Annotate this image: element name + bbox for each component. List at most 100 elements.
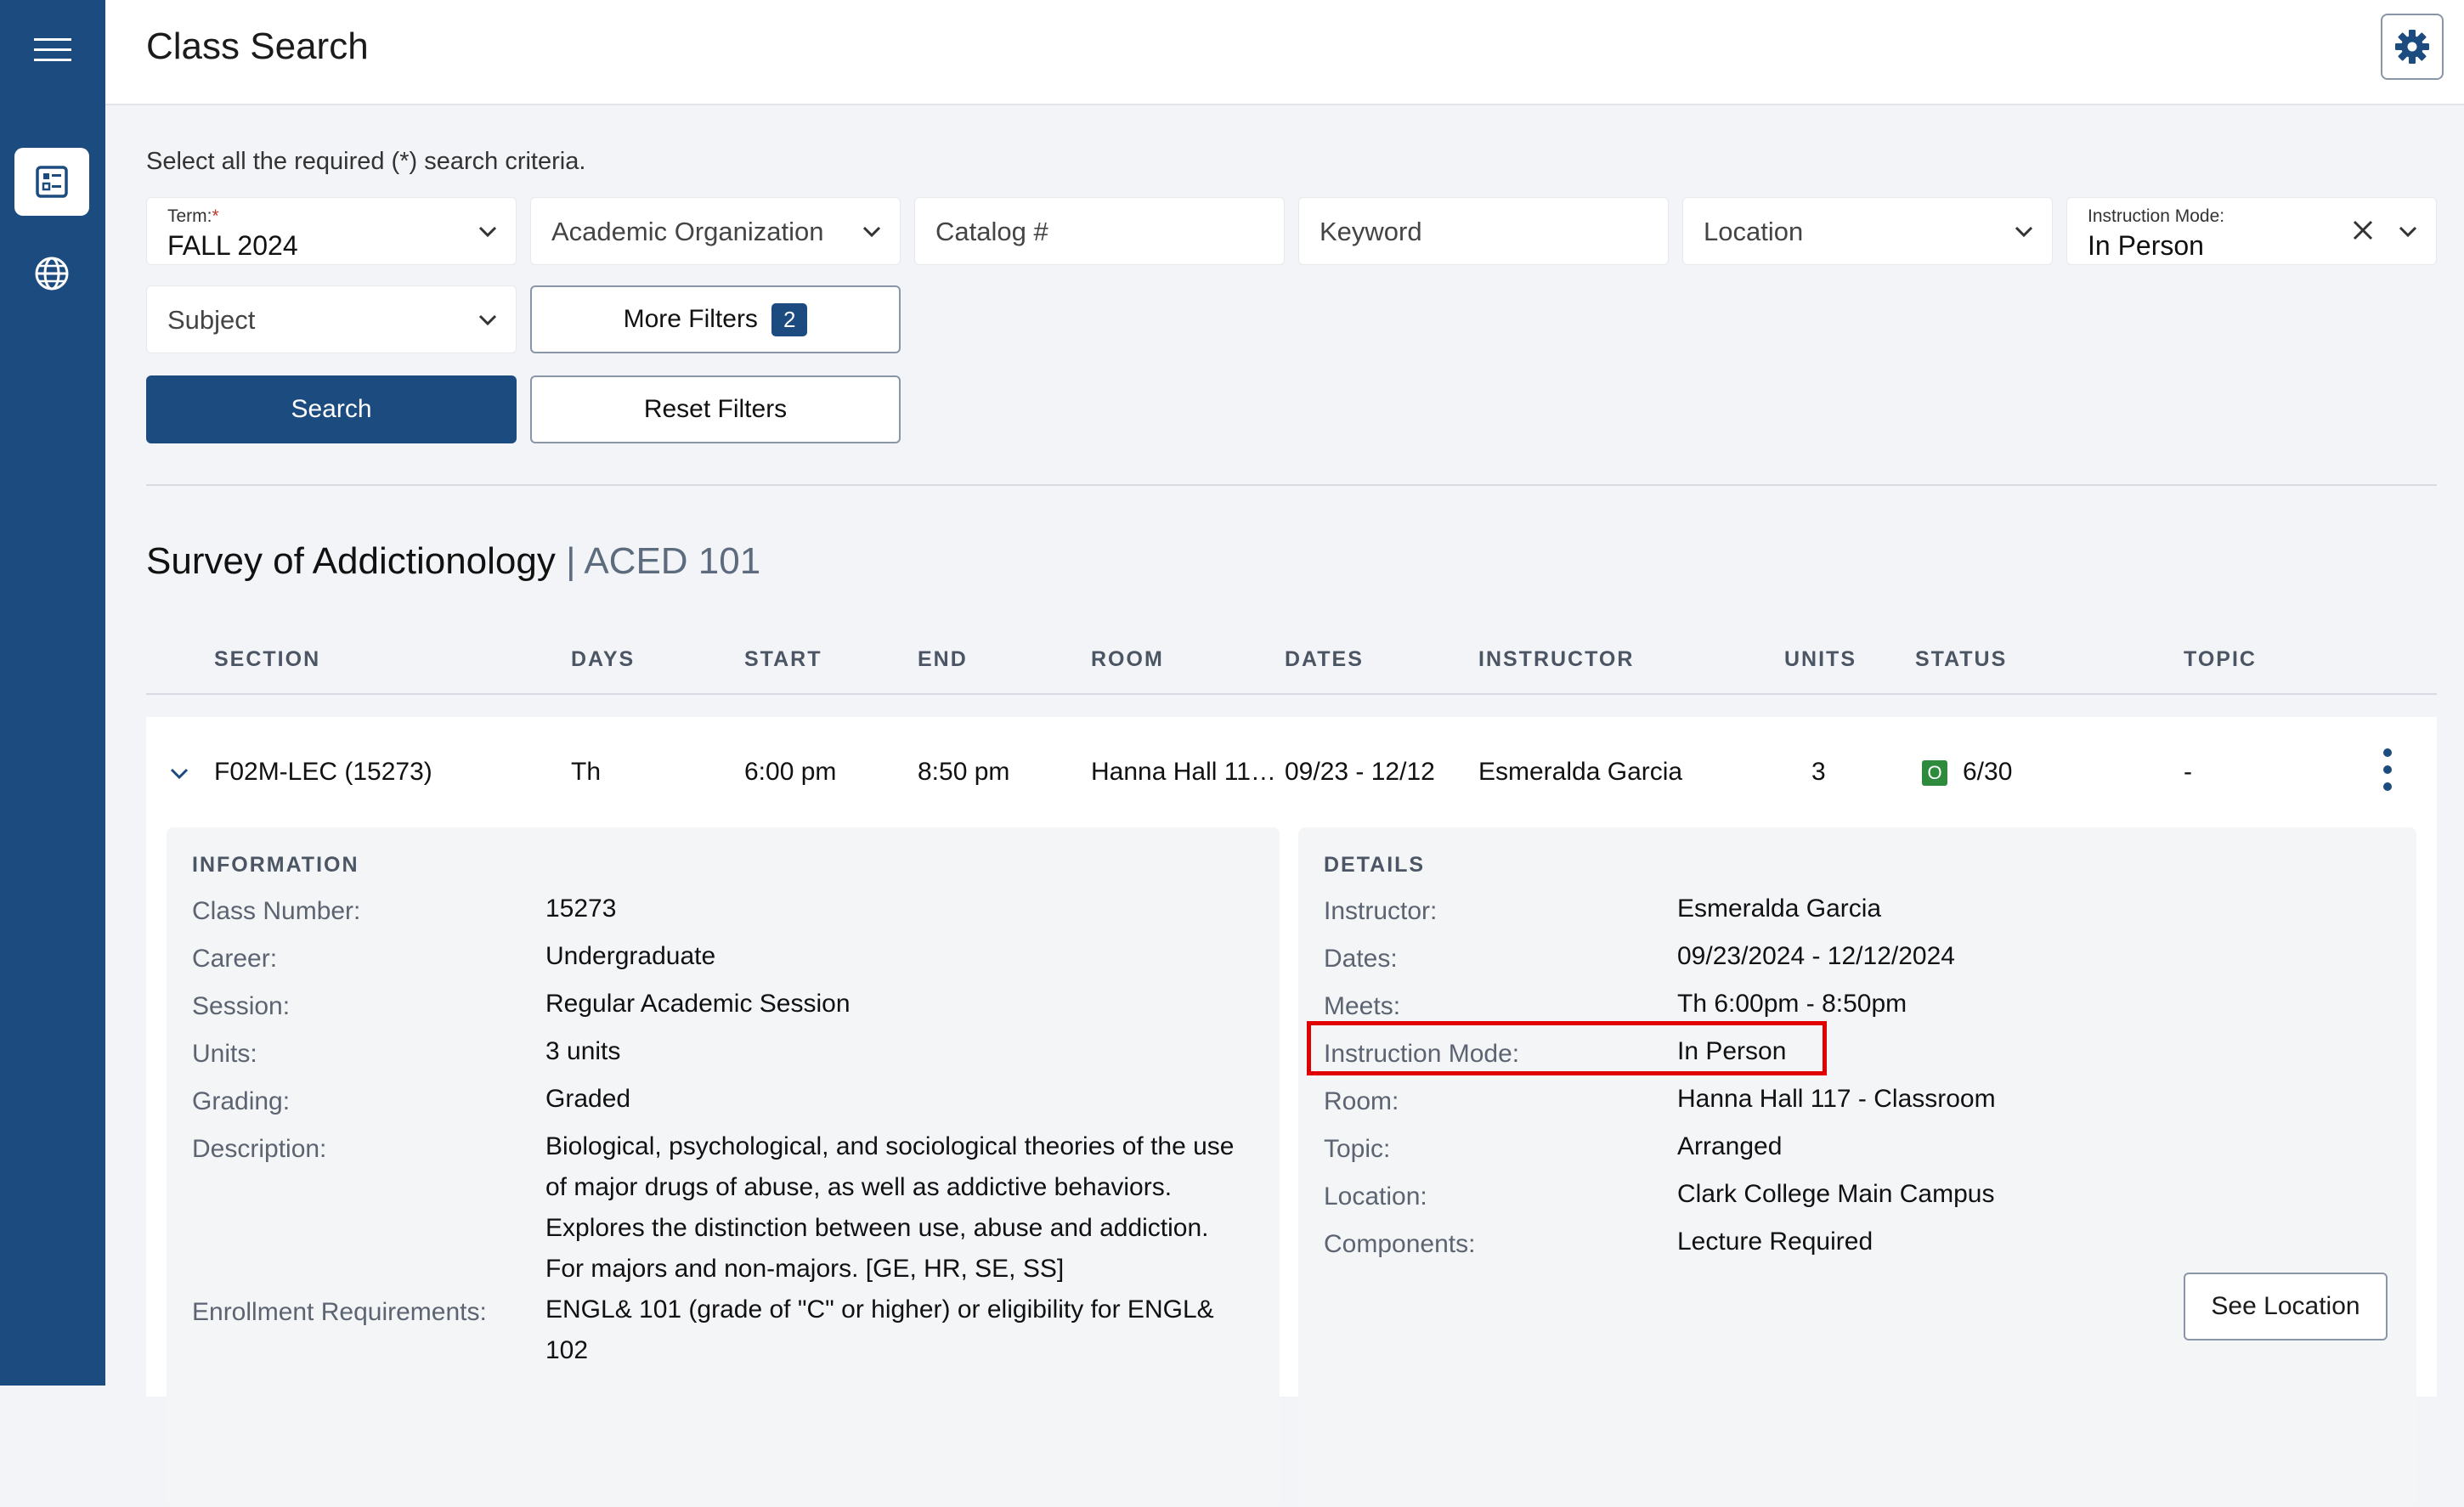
clear-icon[interactable]: [2349, 217, 2376, 244]
description-line: of major drugs of abuse, as well as addi…: [545, 1173, 1173, 1201]
section-room: Hanna Hall 11…: [1091, 758, 1276, 786]
section-dates: 09/23 - 12/12: [1285, 758, 1435, 786]
course-separator: |: [566, 540, 576, 582]
keyword-placeholder: Keyword: [1320, 217, 1422, 246]
side-rail: [0, 0, 105, 1386]
page-title: Class Search: [146, 25, 369, 67]
rail-item-global[interactable]: [14, 240, 89, 308]
gear-icon: [2395, 30, 2429, 64]
hamburger-icon: [34, 38, 71, 61]
instruction-mode-value: In Person: [2088, 230, 2204, 261]
page-header: Class Search: [105, 0, 2464, 105]
column-header-start: START: [744, 647, 822, 671]
table-header-divider: [146, 693, 2437, 695]
topic-label: Topic:: [1324, 1135, 1391, 1163]
section-units: 3: [1811, 758, 1826, 786]
chevron-down-icon: [478, 314, 497, 326]
more-filters-button[interactable]: More Filters 2: [530, 285, 901, 353]
hamburger-menu-button[interactable]: [0, 17, 105, 83]
section-id[interactable]: F02M-LEC (15273): [214, 758, 432, 787]
enrollment-requirements-label: Enrollment Requirements:: [192, 1298, 487, 1326]
section-end: 8:50 pm: [918, 758, 1010, 786]
description-line: Biological, psychological, and sociologi…: [545, 1132, 1235, 1160]
more-options-icon[interactable]: [2381, 746, 2394, 793]
description-label: Description:: [192, 1135, 327, 1163]
details-panel: DETAILS Instructor: Esmeralda Garcia Dat…: [1298, 827, 2416, 1507]
catalog-number-input[interactable]: Catalog #: [914, 197, 1285, 265]
subject-placeholder: Subject: [167, 305, 256, 335]
search-button[interactable]: Search: [146, 375, 517, 443]
keyword-input[interactable]: Keyword: [1298, 197, 1669, 265]
subject-select[interactable]: Subject: [146, 285, 517, 353]
class-number-label: Class Number:: [192, 897, 361, 925]
dates-label: Dates:: [1324, 945, 1398, 973]
instruction-mode-detail-label: Instruction Mode:: [1324, 1040, 1520, 1068]
column-header-dates: DATES: [1285, 647, 1364, 671]
location-placeholder: Location: [1704, 217, 1804, 246]
chevron-down-icon: [862, 226, 881, 238]
information-panel: INFORMATION Class Number: 15273 Career: …: [167, 827, 1280, 1507]
room-label: Room:: [1324, 1087, 1399, 1115]
components-value: Lecture Required: [1677, 1228, 1873, 1256]
term-select[interactable]: Term:* FALL 2024: [146, 197, 517, 265]
column-header-status: STATUS: [1915, 647, 2008, 671]
divider: [146, 484, 2437, 486]
column-header-days: DAYS: [571, 647, 636, 671]
location-label: Location:: [1324, 1182, 1427, 1211]
instructor-value: Esmeralda Garcia: [1677, 895, 1882, 923]
academic-organization-placeholder: Academic Organization: [551, 217, 824, 246]
chevron-down-icon[interactable]: [167, 761, 192, 787]
chevron-down-icon: [2399, 226, 2417, 238]
section-days: Th: [571, 758, 602, 786]
location-value: Clark College Main Campus: [1677, 1180, 1995, 1208]
components-label: Components:: [1324, 1230, 1476, 1258]
chevron-down-icon: [478, 226, 497, 238]
instruction-mode-detail-value: In Person: [1677, 1037, 1787, 1065]
class-search-icon: [36, 166, 68, 198]
chevron-down-icon: [2015, 226, 2033, 238]
description-line: For majors and non-majors. [GE, HR, SE, …: [545, 1255, 1065, 1283]
section-topic: -: [2184, 758, 2192, 786]
column-header-section: SECTION: [214, 647, 321, 671]
see-location-button[interactable]: See Location: [2184, 1273, 2388, 1340]
units-label: Units:: [192, 1040, 257, 1068]
globe-icon: [35, 257, 69, 291]
topic-value: Arranged: [1677, 1132, 1783, 1160]
enrollment-requirements-line: 102: [545, 1336, 589, 1364]
meets-label: Meets:: [1324, 992, 1401, 1020]
instructor-label: Instructor:: [1324, 897, 1438, 925]
section-start: 6:00 pm: [744, 758, 837, 786]
settings-button[interactable]: [2381, 14, 2444, 80]
instruction-mode-select[interactable]: Instruction Mode: In Person: [2066, 197, 2437, 265]
session-label: Session:: [192, 992, 291, 1020]
grading-value: Graded: [545, 1085, 631, 1113]
filter-count-badge: 2: [771, 302, 808, 336]
class-number-value: 15273: [545, 895, 617, 923]
location-select[interactable]: Location: [1682, 197, 2053, 265]
search-instructions: Select all the required (*) search crite…: [146, 148, 586, 175]
column-header-room: ROOM: [1091, 647, 1164, 671]
session-value: Regular Academic Session: [545, 990, 851, 1018]
section-instructor: Esmeralda Garcia: [1478, 758, 1683, 786]
rail-item-class-search[interactable]: [14, 148, 89, 216]
course-title: Survey of Addictionology | ACED 101: [146, 540, 760, 583]
column-header-instructor: INSTRUCTOR: [1478, 647, 1635, 671]
dates-value: 09/23/2024 - 12/12/2024: [1677, 942, 1955, 970]
career-label: Career:: [192, 945, 278, 973]
description-line: Explores the distinction between use, ab…: [545, 1214, 1209, 1242]
details-title: DETAILS: [1324, 853, 1426, 877]
academic-organization-select[interactable]: Academic Organization: [530, 197, 901, 265]
reset-filters-button[interactable]: Reset Filters: [530, 375, 901, 443]
room-value: Hanna Hall 117 - Classroom: [1677, 1085, 1996, 1113]
open-status-badge: O: [1922, 760, 1947, 787]
enrollment-requirements-line: ENGL& 101 (grade of "C" or higher) or el…: [545, 1295, 1214, 1324]
more-filters-label: More Filters: [623, 305, 758, 333]
column-header-units: UNITS: [1784, 647, 1856, 671]
instruction-mode-label: Instruction Mode:: [2088, 206, 2225, 226]
catalog-number-placeholder: Catalog #: [935, 217, 1048, 246]
term-label: Term:*: [167, 206, 219, 226]
course-name: Survey of Addictionology: [146, 540, 556, 582]
seats-count: 6/30: [1963, 758, 2013, 786]
column-header-end: END: [918, 647, 968, 671]
section-status: O 6/30: [1922, 758, 2012, 787]
